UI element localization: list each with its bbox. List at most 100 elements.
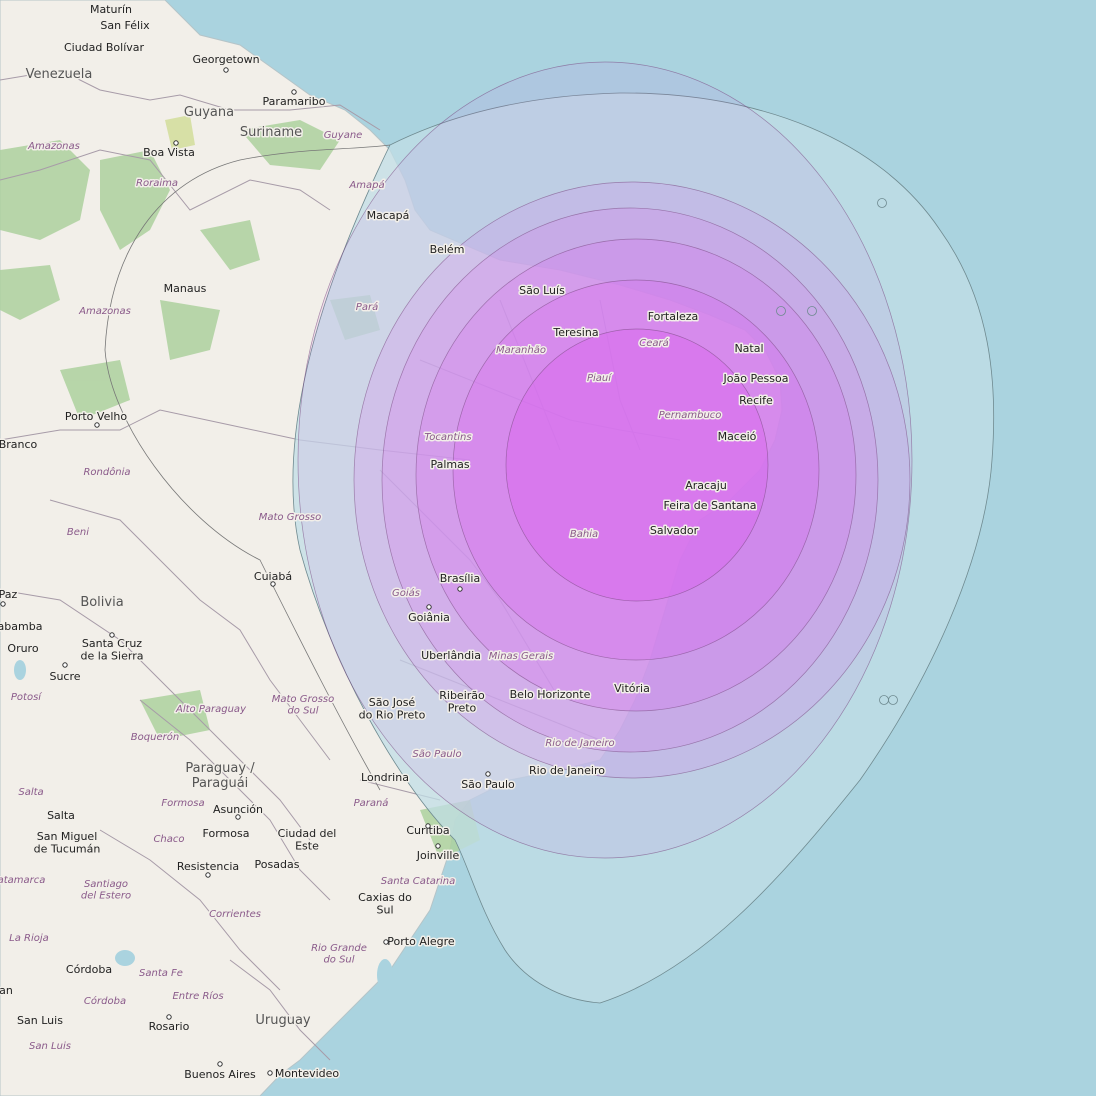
city-label: Londrina [361,771,409,784]
region-label: Piauí [587,372,612,384]
city-label: João Pessoa [723,372,789,385]
city-label: Joinville [416,849,460,862]
region-label: Santa Catarina [381,876,456,887]
city-label: Paramaribo [263,95,326,108]
region-label: San Luis [29,1041,71,1052]
region-label: Rio de Janeiro [545,738,614,749]
city-dot [173,140,179,146]
region-label: Catamarca [0,875,45,886]
city-dot [166,1014,172,1020]
country-label: Bolivia [80,595,123,610]
country-label: Uruguay [255,1013,311,1028]
city-label: Oruro [7,642,38,655]
city-dot [425,823,431,829]
city-label: Cuiabá [254,570,292,583]
city-label: abamba [0,620,42,633]
city-dot [205,872,211,878]
city-label: Belo Horizonte [510,688,591,701]
country-label: Suriname [240,125,302,140]
city-label: Rosario [149,1020,190,1033]
city-label: Aracaju [685,479,727,492]
region-label: Formosa [161,798,204,809]
city-label: Paz [0,588,18,601]
region-label: Ceará [639,337,669,349]
city-dot [0,601,6,607]
region-label: Goiás [392,587,420,599]
region-label: Minas Gerais [489,651,553,662]
city-label: Natal [734,342,763,355]
city-dot [62,662,68,668]
city-dot [383,939,389,945]
city-label: Manaus [164,282,207,295]
city-label: Georgetown [192,53,259,66]
city-label: Posadas [255,858,300,871]
city-label: Salvador [650,524,699,537]
city-label: Belém [430,243,465,256]
city-dot [457,586,463,592]
city-label: an [0,984,13,997]
region-label: Santa Fe [139,968,183,979]
region-label: Amazonas [27,141,80,152]
coverage-map[interactable]: Venezuela Guyana Suriname Bolivia Paraguay /… [0,0,1096,1096]
city-label: Resistencia [177,860,239,873]
region-label: Santiago del Estero [81,879,131,902]
city-label: São Paulo [461,778,515,791]
city-label: Salta [47,809,75,822]
city-label: Macapá [367,209,410,222]
city-label: Boa Vista [143,146,195,159]
region-label: Boquerón [131,731,179,743]
city-label: Maturín [90,3,132,16]
region-label: La Rioja [9,933,49,944]
city-label: Palmas [430,458,469,471]
city-label: Recife [739,394,773,407]
region-label: Entre Ríos [172,990,223,1002]
city-label: Maceió [718,430,757,443]
city-label: Fortaleza [648,310,699,323]
city-dot [267,1070,273,1076]
city-label: Córdoba [66,963,112,976]
city-label: Rio de Janeiro [529,764,605,777]
region-label: Tocantins [424,432,471,443]
city-label: Asunción [213,803,263,816]
region-label: Amazonas [78,306,131,317]
city-label: Santa Cruz de la Sierra [81,637,144,663]
city-label: Montevideo [275,1067,340,1080]
city-dot [435,843,441,849]
city-label: Formosa [203,827,250,840]
coverage-contour-7 [505,328,769,602]
region-label: Maranhão [496,345,546,356]
city-dot [217,1061,223,1067]
city-label: Ciudad Bolívar [64,41,145,54]
city-label: Branco [0,438,38,451]
city-label: Vitória [614,682,650,695]
region-label: Guyane [324,130,363,141]
region-label: Paraná [354,797,389,809]
region-label: Beni [67,527,89,538]
city-dot [270,581,276,587]
city-label: Sucre [49,670,80,683]
country-label: Paraguay / Paraguái [185,761,255,791]
region-label: Potosí [11,691,42,703]
city-label: Uberlândia [421,649,481,662]
region-label: Pará [356,301,378,313]
city-label: Teresina [552,326,598,339]
city-dot [485,771,491,777]
city-label: Porto Velho [65,410,127,423]
city-label: Buenos Aires [184,1068,256,1081]
city-label: São Luís [519,284,565,297]
city-label: Goiânia [408,611,450,624]
region-label: Corrientes [209,909,261,920]
city-dot [291,89,297,95]
region-label: Salta [18,787,43,798]
region-label: Pernambuco [659,410,722,421]
region-label: Rondônia [83,466,130,478]
city-label: Brasília [440,572,480,585]
region-label: Bahia [570,529,598,540]
city-label: San Luis [17,1014,63,1027]
city-label: Feira de Santana [663,499,756,512]
city-label: Porto Alegre [387,935,455,948]
city-dot [109,632,115,638]
country-label: Guyana [184,105,234,120]
city-dot [426,604,432,610]
city-dot [223,67,229,73]
